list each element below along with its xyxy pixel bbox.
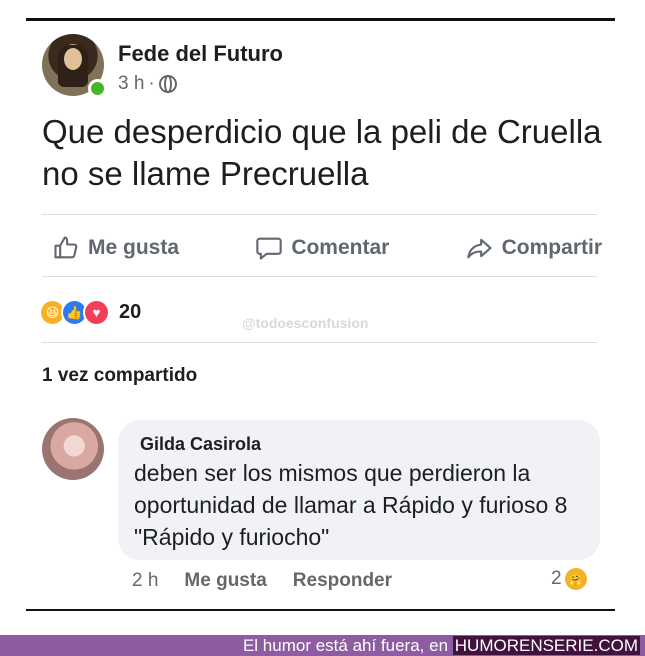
divider-bottom bbox=[42, 342, 597, 343]
reaction-summary[interactable]: 😆 👍 ♥ 20 bbox=[39, 299, 141, 326]
comment-author[interactable]: Gilda Casirola bbox=[140, 434, 261, 455]
meta-separator: · bbox=[148, 73, 155, 94]
comment-reaction-summary[interactable]: 2 🤗 bbox=[551, 568, 587, 590]
online-status-dot bbox=[88, 79, 107, 98]
post-action-bar: Me gusta Comentar Compartir bbox=[52, 230, 602, 266]
site-banner: El humor está ahí fuera, en HUMORENSERIE… bbox=[0, 635, 645, 656]
care-reaction-icon: 🤗 bbox=[564, 568, 587, 590]
banner-site-link[interactable]: HUMORENSERIE.COM bbox=[452, 636, 640, 655]
reaction-count: 20 bbox=[119, 301, 142, 323]
comment-label: Comentar bbox=[291, 236, 390, 259]
share-button[interactable]: Compartir bbox=[466, 230, 602, 266]
post-time[interactable]: 3 h bbox=[118, 73, 144, 95]
like-button[interactable]: Me gusta bbox=[52, 230, 179, 266]
banner-prefix: El humor está ahí fuera, en bbox=[242, 636, 449, 655]
comment-text: deben ser los mismos que perdieron la op… bbox=[134, 460, 568, 550]
comment-like-button[interactable]: Me gusta bbox=[184, 570, 266, 592]
divider-middle bbox=[42, 276, 597, 277]
avatar-face bbox=[64, 48, 82, 70]
speech-bubble-icon bbox=[256, 237, 283, 260]
divider-top bbox=[42, 214, 597, 215]
comment-time[interactable]: 2 h bbox=[132, 570, 158, 592]
share-arrow-icon bbox=[466, 238, 492, 259]
post-author-name[interactable]: Fede del Futuro bbox=[118, 41, 283, 67]
watermark: @todoesconfusion bbox=[242, 315, 369, 331]
comment-actions: 2 h Me gusta Responder bbox=[132, 570, 392, 592]
thumbs-up-icon bbox=[54, 236, 78, 259]
comment-reply-button[interactable]: Responder bbox=[293, 570, 392, 592]
comment-bubble: Gilda Casirola deben ser los mismos que … bbox=[118, 420, 600, 560]
globe-icon bbox=[158, 75, 177, 93]
love-reaction-icon: ♥ bbox=[83, 299, 110, 326]
like-label: Me gusta bbox=[88, 236, 180, 259]
comment-button[interactable]: Comentar bbox=[255, 230, 389, 266]
top-border bbox=[26, 18, 615, 21]
post-text: Que desperdicio que la peli de Cruella n… bbox=[42, 113, 602, 192]
share-label: Compartir bbox=[501, 236, 602, 259]
banner-text: El humor está ahí fuera, en HUMORENSERIE… bbox=[242, 636, 640, 655]
share-count[interactable]: 1 vez compartido bbox=[42, 365, 197, 387]
commenter-avatar[interactable] bbox=[42, 418, 104, 480]
post-meta: 3 h · bbox=[118, 73, 177, 95]
bottom-border bbox=[26, 609, 615, 611]
comment-reaction-count: 2 bbox=[551, 568, 562, 589]
facebook-post-card: Fede del Futuro 3 h · Que desperdicio qu… bbox=[26, 18, 615, 612]
